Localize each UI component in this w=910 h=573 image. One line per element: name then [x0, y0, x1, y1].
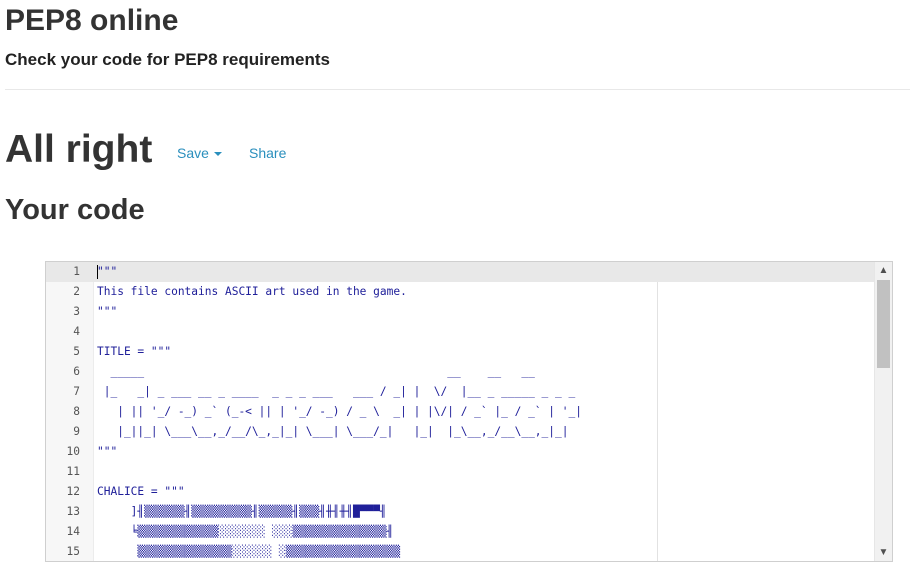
line-text: TITLE = """	[97, 345, 172, 358]
line-text: """	[97, 445, 118, 458]
code-lines[interactable]: 1 """ 2 This file contains ASCII art used …	[46, 262, 874, 561]
line-text: _____ __ __ __	[97, 365, 535, 378]
code-line[interactable]: 14 ╘▒▒▒▒▒▒▒▒▒▒▒▒░░░░░░░ ░░░▒▒▒▒▒▒▒▒▒▒▒▒▒…	[46, 522, 874, 542]
site-title: PEP8 online	[5, 4, 179, 37]
save-dropdown-button[interactable]: Save	[177, 144, 222, 162]
code-line[interactable]: 1 """	[46, 262, 874, 282]
line-number: 6	[73, 365, 80, 378]
code-line[interactable]: 15 ▒▒▒▒▒▒▒▒▒▒▒▒▒▒░░░░░░ ░▒▒▒▒▒▒▒▒▒▒▒▒▒▒▒…	[46, 542, 874, 561]
caret-down-icon	[213, 152, 222, 157]
line-number: 7	[73, 385, 80, 398]
line-number: 9	[73, 425, 80, 438]
code-line[interactable]: 3 """	[46, 302, 874, 322]
code-editor[interactable]: 1 """ 2 This file contains ASCII art used …	[45, 261, 893, 562]
code-line[interactable]: 10 """	[46, 442, 874, 462]
line-text: |_ _| _ ___ __ _ ____ _ _ _ ___ ___ / _|…	[97, 385, 576, 398]
code-line[interactable]: 6 _____ __ __ __	[46, 362, 874, 382]
line-text: | || '_/ -_) _` (_-< || | '_/ -_) / _ \ …	[97, 405, 582, 418]
header-divider	[5, 89, 910, 90]
scrollbar-thumb[interactable]	[877, 280, 890, 368]
line-number: 11	[66, 465, 80, 478]
scroll-down-arrow-icon[interactable]: ▼	[875, 544, 892, 561]
scroll-up-arrow-icon[interactable]: ▲	[875, 262, 892, 279]
share-link[interactable]: Share	[249, 144, 286, 162]
result-title: All right	[5, 128, 153, 171]
line-text: ▒▒▒▒▒▒▒▒▒▒▒▒▒▒░░░░░░ ░▒▒▒▒▒▒▒▒▒▒▒▒▒▒▒▒▒	[97, 545, 401, 558]
line-number: 8	[73, 405, 80, 418]
code-heading: Your code	[5, 194, 145, 226]
line-number: 10	[66, 445, 80, 458]
code-line[interactable]: 7 |_ _| _ ___ __ _ ____ _ _ _ ___ ___ / …	[46, 382, 874, 402]
line-number: 2	[73, 285, 80, 298]
code-line[interactable]: 11	[46, 462, 874, 482]
code-line[interactable]: 8 | || '_/ -_) _` (_-< || | '_/ -_) / _ …	[46, 402, 874, 422]
text-cursor	[97, 265, 98, 279]
line-number: 13	[66, 505, 80, 518]
line-text: |_||_| \___\__,_/__/\_,_|_| \___| \___/_…	[97, 425, 569, 438]
code-line[interactable]: 2 This file contains ASCII art used in th…	[46, 282, 874, 302]
line-number: 15	[66, 545, 80, 558]
save-label: Save	[177, 145, 209, 161]
line-number: 3	[73, 305, 80, 318]
line-number: 12	[66, 485, 80, 498]
line-text: CHALICE = """	[97, 485, 185, 498]
code-line[interactable]: 12 CHALICE = """	[46, 482, 874, 502]
line-text: ]╢▒▒▒▒▒▒╢▒▒▒▒▒▒▒▒▒╢▒▒▒▒▒╢▒▒▒╢╫╢╫╢█▀▀▀╢	[97, 505, 387, 518]
line-text: """	[97, 265, 118, 278]
line-text: """	[97, 305, 118, 318]
line-number: 1	[73, 265, 80, 278]
vertical-scrollbar[interactable]: ▲ ▼	[874, 262, 892, 561]
line-number: 5	[73, 345, 80, 358]
code-line[interactable]: 9 |_||_| \___\__,_/__/\_,_|_| \___| \___…	[46, 422, 874, 442]
line-number: 4	[73, 325, 80, 338]
code-line[interactable]: 5 TITLE = """	[46, 342, 874, 362]
site-subtitle: Check your code for PEP8 requirements	[5, 50, 330, 69]
code-line[interactable]: 4	[46, 322, 874, 342]
code-line[interactable]: 13 ]╢▒▒▒▒▒▒╢▒▒▒▒▒▒▒▒▒╢▒▒▒▒▒╢▒▒▒╢╫╢╫╢█▀▀▀…	[46, 502, 874, 522]
line-text: This file contains ASCII art used in the…	[97, 285, 407, 298]
line-number: 14	[66, 525, 80, 538]
line-text: ╘▒▒▒▒▒▒▒▒▒▒▒▒░░░░░░░ ░░░▒▒▒▒▒▒▒▒▒▒▒▒▒▒╢	[97, 525, 394, 538]
